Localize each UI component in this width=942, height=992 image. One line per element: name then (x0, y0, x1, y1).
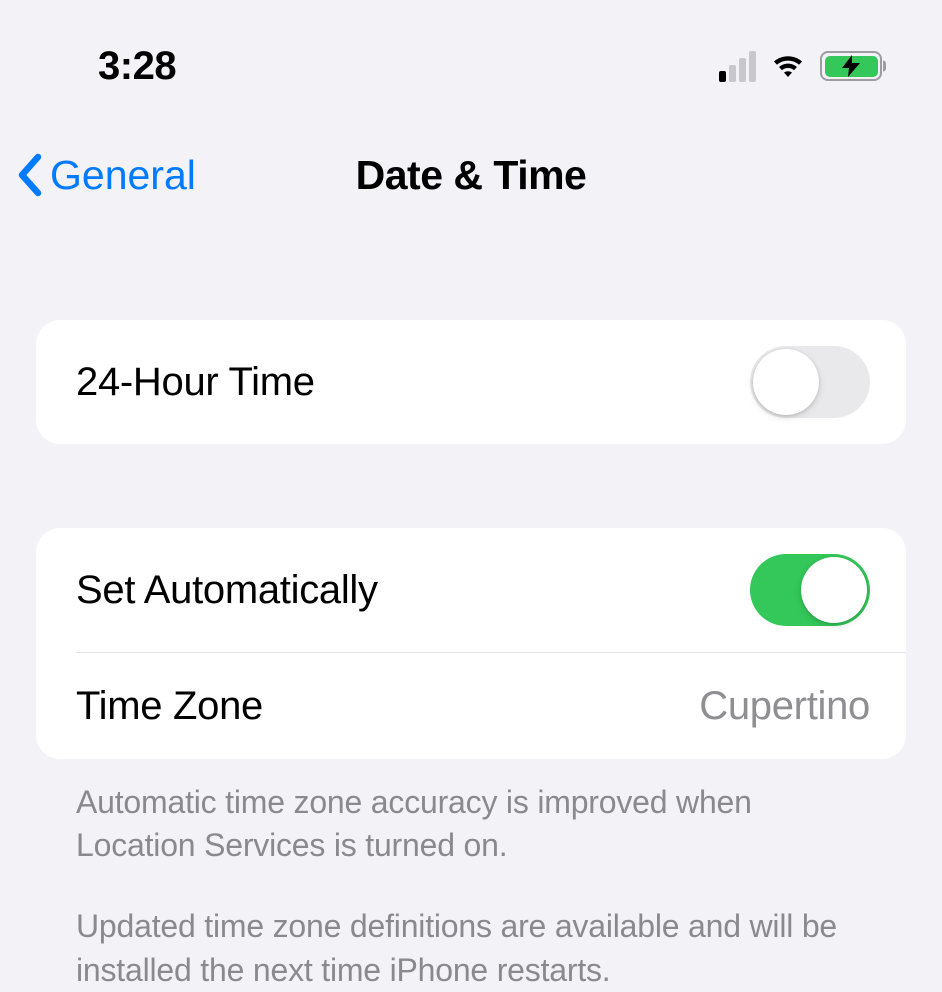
row-label: Time Zone (76, 684, 263, 729)
wifi-icon (768, 51, 808, 81)
settings-content: 24-Hour Time Set Automatically Time Zone… (0, 320, 942, 992)
footer-line-1: Automatic time zone accuracy is improved… (76, 781, 866, 867)
footer-text: Automatic time zone accuracy is improved… (36, 759, 906, 992)
row-24-hour-time: 24-Hour Time (36, 320, 906, 444)
cellular-signal-icon (719, 51, 756, 82)
toggle-set-automatically[interactable] (750, 554, 870, 626)
back-button[interactable]: General (16, 152, 196, 199)
settings-group-time-zone: Set Automatically Time Zone Cupertino (36, 528, 906, 759)
battery-charging-icon (820, 51, 882, 81)
page-title: Date & Time (356, 152, 587, 199)
navigation-bar: General Date & Time (0, 100, 942, 220)
status-bar: 3:28 (0, 0, 942, 100)
row-label: Set Automatically (76, 568, 378, 613)
status-time: 3:28 (98, 44, 176, 89)
toggle-knob (753, 349, 819, 415)
toggle-knob (801, 557, 867, 623)
settings-group-time-format: 24-Hour Time (36, 320, 906, 444)
row-label: 24-Hour Time (76, 360, 315, 405)
status-indicators (719, 51, 882, 82)
chevron-left-icon (16, 153, 46, 197)
footer-line-2: Updated time zone definitions are availa… (76, 905, 866, 991)
back-label: General (50, 152, 196, 199)
toggle-24-hour-time[interactable] (750, 346, 870, 418)
row-time-zone[interactable]: Time Zone Cupertino (36, 653, 906, 759)
row-set-automatically: Set Automatically (36, 528, 906, 652)
time-zone-value: Cupertino (699, 684, 870, 729)
